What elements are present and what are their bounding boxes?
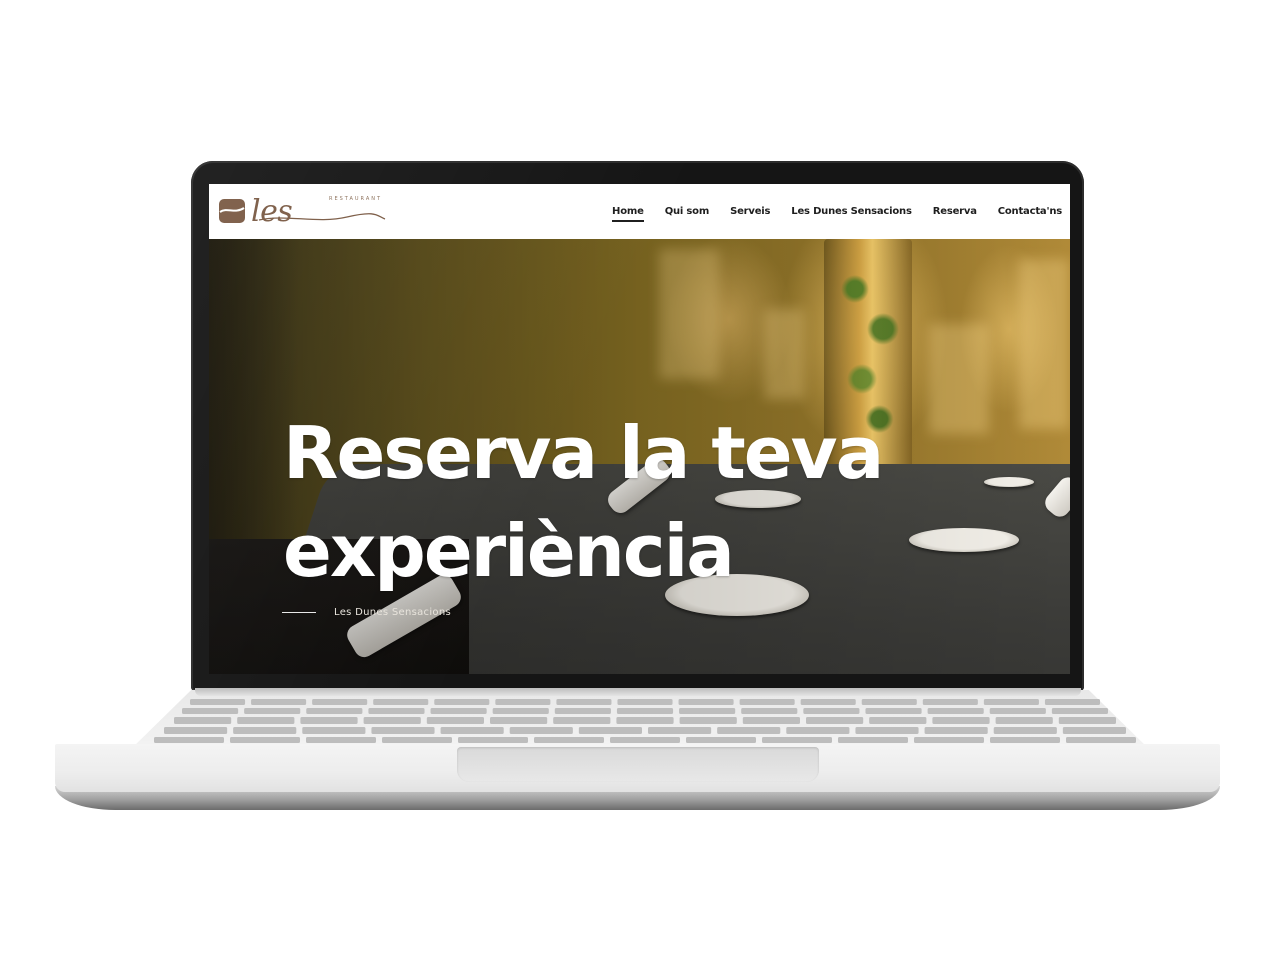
keyboard-key bbox=[922, 699, 978, 705]
keyboard-key bbox=[554, 708, 611, 714]
laptop-mockup: RESTAURANT les Dunes Home Qui som Servei… bbox=[0, 0, 1280, 960]
hero-title-line2: experiència bbox=[283, 509, 735, 593]
keyboard-key bbox=[739, 699, 795, 705]
keyboard-key bbox=[855, 727, 919, 734]
keyboard-key bbox=[430, 708, 487, 714]
keyboard-key bbox=[610, 737, 680, 743]
keyboard-key bbox=[237, 717, 295, 724]
keyboard-key bbox=[556, 699, 612, 705]
keyboard-key bbox=[306, 708, 363, 714]
hero-section: Reserva la teva experiència Les Dunes Sen… bbox=[209, 239, 1070, 674]
keyboard-key bbox=[679, 717, 737, 724]
logo-mark-icon bbox=[219, 199, 245, 223]
keyboard-key bbox=[251, 699, 307, 705]
keyboard-key bbox=[426, 717, 484, 724]
keyboard-key bbox=[190, 699, 246, 705]
laptop-hinge bbox=[195, 688, 1081, 696]
keyboard-key bbox=[509, 727, 573, 734]
keyboard-key bbox=[679, 708, 736, 714]
keyboard-key bbox=[233, 727, 297, 734]
nav-item-contactans[interactable]: Contacta'ns bbox=[998, 206, 1062, 217]
keyboard bbox=[154, 699, 1136, 743]
keyboard-key bbox=[924, 727, 988, 734]
keyboard-key bbox=[495, 699, 551, 705]
keyboard-key bbox=[458, 737, 528, 743]
keyboard-key bbox=[742, 717, 800, 724]
keyboard-key bbox=[869, 717, 927, 724]
keyboard-key bbox=[803, 708, 860, 714]
keyboard-key bbox=[914, 737, 984, 743]
keyboard-key bbox=[244, 708, 301, 714]
keyboard-key bbox=[302, 727, 366, 734]
nav-item-les-dunes-sensacions[interactable]: Les Dunes Sensacions bbox=[791, 206, 912, 217]
hero-subtitle-divider bbox=[282, 612, 316, 613]
keyboard-key bbox=[932, 717, 990, 724]
keyboard-key bbox=[164, 727, 228, 734]
keyboard-key bbox=[995, 717, 1053, 724]
keyboard-key bbox=[1058, 717, 1116, 724]
nav-item-home[interactable]: Home bbox=[612, 206, 644, 222]
keyboard-key bbox=[492, 708, 549, 714]
keyboard-key bbox=[490, 717, 548, 724]
keyboard-key bbox=[578, 727, 642, 734]
keyboard-key bbox=[534, 737, 604, 743]
keyboard-key bbox=[989, 708, 1046, 714]
keyboard-key bbox=[1044, 699, 1100, 705]
keyboard-key bbox=[686, 737, 756, 743]
keyboard-key bbox=[865, 708, 922, 714]
keyboard-key bbox=[154, 737, 224, 743]
logo-swash-icon bbox=[258, 213, 386, 221]
keyboard-key bbox=[990, 737, 1060, 743]
keyboard-key bbox=[553, 717, 611, 724]
keyboard-key bbox=[371, 727, 435, 734]
keyboard-key bbox=[617, 699, 673, 705]
keyboard-key bbox=[861, 699, 917, 705]
keyboard-key bbox=[174, 717, 232, 724]
keyboard-key bbox=[182, 708, 239, 714]
keyboard-key bbox=[616, 708, 674, 714]
keyboard-key bbox=[1051, 708, 1108, 714]
keyboard-key bbox=[762, 737, 832, 743]
site-header: RESTAURANT les Dunes Home Qui som Servei… bbox=[209, 184, 1070, 269]
nav-item-serveis[interactable]: Serveis bbox=[730, 206, 770, 217]
keyboard-key bbox=[983, 699, 1039, 705]
site-logo[interactable]: RESTAURANT les Dunes bbox=[217, 192, 387, 269]
keyboard-key bbox=[927, 708, 984, 714]
nav-item-reserva[interactable]: Reserva bbox=[933, 206, 977, 217]
hero-title-line1: Reserva la teva bbox=[283, 411, 884, 495]
laptop-screen: RESTAURANT les Dunes Home Qui som Servei… bbox=[209, 184, 1070, 674]
keyboard-key bbox=[230, 737, 300, 743]
keyboard-key bbox=[741, 708, 798, 714]
keyboard-key bbox=[1062, 727, 1126, 734]
keyboard-key bbox=[993, 727, 1057, 734]
keyboard-key bbox=[648, 727, 712, 734]
keyboard-key bbox=[306, 737, 376, 743]
keyboard-key bbox=[616, 717, 674, 724]
keyboard-key bbox=[363, 717, 421, 724]
trackpad[interactable] bbox=[457, 747, 819, 782]
keyboard-key bbox=[786, 727, 850, 734]
keyboard-key bbox=[440, 727, 504, 734]
keyboard-key bbox=[382, 737, 452, 743]
hero-title: Reserva la teva experiència bbox=[283, 404, 983, 600]
main-nav: Home Qui som Serveis Les Dunes Sensacion… bbox=[591, 184, 1062, 239]
keyboard-key bbox=[678, 699, 734, 705]
keyboard-key bbox=[838, 737, 908, 743]
keyboard-key bbox=[368, 708, 425, 714]
keyboard-key bbox=[800, 699, 856, 705]
keyboard-key bbox=[300, 717, 358, 724]
keyboard-key bbox=[434, 699, 490, 705]
keyboard-key bbox=[806, 717, 864, 724]
keyboard-key bbox=[1066, 737, 1136, 743]
nav-item-qui-som[interactable]: Qui som bbox=[665, 206, 710, 217]
keyboard-key bbox=[373, 699, 429, 705]
hero-subtitle-text: Les Dunes Sensacions bbox=[334, 607, 451, 618]
hero-subtitle: Les Dunes Sensacions bbox=[282, 607, 451, 618]
keyboard-key bbox=[717, 727, 781, 734]
keyboard-key bbox=[312, 699, 368, 705]
